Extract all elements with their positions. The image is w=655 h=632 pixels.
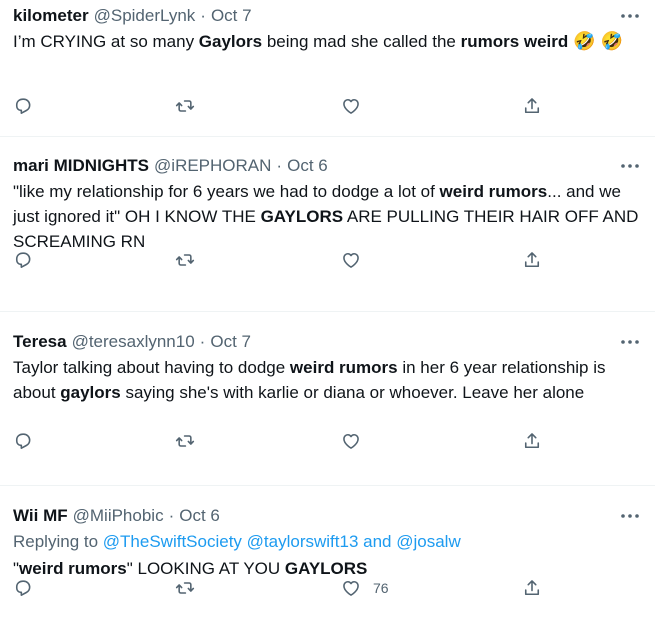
more-icon[interactable]	[619, 505, 641, 527]
like-icon	[343, 98, 359, 114]
tweet-text-part: Taylor talking about having to dodge	[13, 358, 290, 377]
tweet-text-highlight: gaylors	[60, 383, 121, 402]
share-button[interactable]	[522, 248, 542, 272]
mention-link[interactable]: @taylorswift13	[247, 532, 359, 551]
mention-link[interactable]: @josalw	[396, 532, 461, 551]
retweet-button[interactable]	[175, 248, 195, 272]
tweet-text: "like my relationship for 6 years we had…	[13, 179, 645, 254]
author-name[interactable]: mari MIDNIGHTS	[13, 155, 149, 177]
share-button[interactable]	[522, 429, 542, 453]
more-icon[interactable]	[619, 155, 641, 177]
more-icon[interactable]	[619, 5, 641, 27]
tweet-header: Wii MF @MiiPhobic · Oct 6	[13, 505, 643, 527]
retweet-icon	[175, 100, 195, 112]
tweet[interactable]: kilometer @SpiderLynk · Oct 7 I’m CRYING…	[0, 0, 655, 137]
tweet-text-highlight: weird rumors	[289, 358, 398, 377]
retweet-icon	[175, 254, 195, 266]
share-button[interactable]	[522, 94, 542, 118]
tweet-text: Taylor talking about having to dodge wei…	[13, 355, 645, 405]
retweet-icon	[175, 582, 195, 594]
tweet-date[interactable]: Oct 6	[287, 155, 328, 177]
replying-to-label: Replying to	[13, 532, 103, 551]
tweet-text-highlight: Gaylors	[198, 32, 263, 51]
share-icon	[524, 580, 540, 596]
replying-to: Replying to @TheSwiftSociety @taylorswif…	[13, 529, 643, 554]
retweet-icon	[175, 435, 195, 447]
like-button[interactable]: 76	[341, 576, 389, 600]
author-name[interactable]: Wii MF	[13, 505, 68, 527]
tweet[interactable]: Wii MF @MiiPhobic · Oct 6 Replying to @T…	[0, 486, 655, 632]
separator-dot: ·	[168, 506, 175, 525]
reply-icon	[15, 580, 31, 596]
retweet-button[interactable]	[175, 576, 195, 600]
tweet-date[interactable]: Oct 7	[211, 5, 252, 27]
like-button[interactable]	[341, 94, 361, 118]
tweet-text-part: I’m CRYING at so many	[13, 32, 199, 51]
tweet-date[interactable]: Oct 7	[210, 331, 251, 353]
author-name[interactable]: kilometer	[13, 5, 89, 27]
like-button[interactable]	[341, 248, 361, 272]
tweet-feed: kilometer @SpiderLynk · Oct 7 I’m CRYING…	[0, 0, 655, 632]
author-handle[interactable]: @teresaxlynn10	[72, 331, 195, 353]
more-icon[interactable]	[619, 331, 641, 353]
tweet-actions	[0, 248, 655, 272]
tweet-actions	[0, 429, 655, 453]
author-name[interactable]: Teresa	[13, 331, 67, 353]
mention-link[interactable]: @TheSwiftSociety	[103, 532, 242, 551]
like-icon	[343, 433, 359, 449]
author-handle[interactable]: @SpiderLynk	[94, 5, 196, 27]
like-button[interactable]	[341, 429, 361, 453]
author-handle[interactable]: @iREPHORAN	[154, 155, 271, 177]
retweet-button[interactable]	[175, 94, 195, 118]
tweet-text-part: "like my relationship for 6 years we had…	[13, 182, 440, 201]
emoji: 🤣 🤣	[568, 31, 624, 51]
tweet-text-highlight: weird rumors	[439, 182, 548, 201]
share-icon	[524, 252, 540, 268]
reply-button[interactable]	[13, 94, 33, 118]
tweet-header: Teresa @teresaxlynn10 · Oct 7	[13, 331, 643, 353]
reply-button[interactable]	[13, 429, 33, 453]
tweet-date[interactable]: Oct 6	[179, 505, 220, 527]
tweet[interactable]: Teresa @teresaxlynn10 · Oct 7 Taylor tal…	[0, 312, 655, 486]
tweet[interactable]: mari MIDNIGHTS @iREPHORAN · Oct 6 "like …	[0, 137, 655, 312]
mention-joiner[interactable]: and	[358, 532, 396, 551]
share-icon	[524, 433, 540, 449]
reply-button[interactable]	[13, 248, 33, 272]
tweet-text: I’m CRYING at so many Gaylors being mad …	[13, 29, 645, 54]
like-count: 76	[373, 580, 389, 596]
tweet-text-highlight: rumors weird	[460, 32, 569, 51]
tweet-actions	[0, 94, 655, 118]
tweet-header: mari MIDNIGHTS @iREPHORAN · Oct 6	[13, 155, 643, 177]
separator-dot: ·	[276, 156, 283, 175]
like-icon	[343, 252, 359, 268]
tweet-header: kilometer @SpiderLynk · Oct 7	[13, 5, 643, 27]
reply-icon	[15, 252, 31, 268]
reply-icon	[15, 98, 31, 114]
share-icon	[524, 98, 540, 114]
tweet-actions: 76	[0, 576, 655, 600]
tweet-text-part: saying she's with karlie or diana or who…	[120, 383, 585, 402]
tweet-text-part: being mad she called the	[262, 32, 461, 51]
share-button[interactable]	[522, 576, 542, 600]
reply-button[interactable]	[13, 576, 33, 600]
separator-dot: ·	[200, 6, 206, 25]
reply-icon	[15, 433, 31, 449]
author-handle[interactable]: @MiiPhobic	[73, 505, 164, 527]
retweet-button[interactable]	[175, 429, 195, 453]
tweet-text-highlight: GAYLORS	[260, 207, 344, 226]
separator-dot: ·	[199, 332, 206, 351]
like-icon	[343, 580, 359, 596]
